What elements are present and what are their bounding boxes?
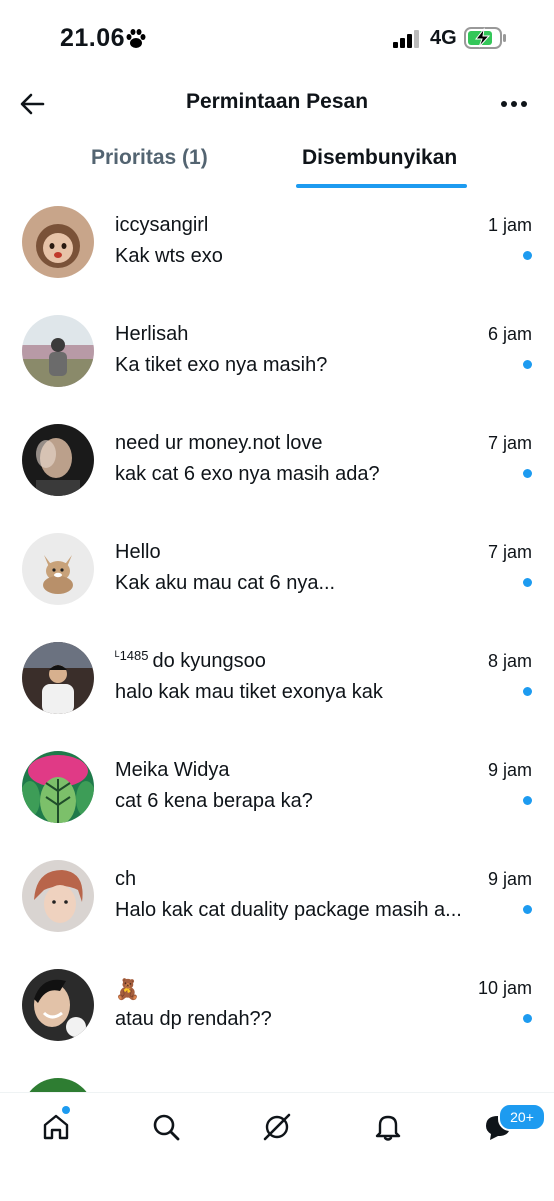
list-item[interactable]: Meika Widya 9 jam cat 6 kena berapa ka?	[0, 735, 554, 844]
avatar[interactable]	[22, 969, 94, 1041]
search-icon[interactable]	[150, 1111, 182, 1143]
sender-name: 🧸	[115, 979, 140, 1001]
list-item[interactable]: Herlisah 6 jam Ka tiket exo nya masih?	[0, 299, 554, 408]
status-bar: 21.06 4G	[0, 0, 554, 76]
sender-name-text: do kyungsoo	[152, 650, 266, 672]
unread-dot	[523, 905, 532, 914]
battery-charging-icon	[464, 27, 506, 49]
grok-icon[interactable]	[261, 1111, 293, 1143]
unread-dot	[523, 1014, 532, 1023]
sender-name: ᴸ1485 do kyungsoo	[115, 648, 266, 673]
message-preview: Kak wts exo	[115, 245, 223, 267]
sender-name: need ur money.not love	[115, 432, 323, 454]
unread-dot	[523, 469, 532, 478]
home-notification-dot	[62, 1106, 70, 1114]
message-time: 7 jam	[487, 433, 532, 453]
tab-bar: Prioritas (1) Disembunyikan	[0, 134, 554, 190]
unread-dot	[523, 360, 532, 369]
avatar[interactable]	[22, 206, 94, 278]
list-item[interactable]: iccysangirl 1 jam Kak wts exo	[0, 190, 554, 299]
sender-name-prefix: ᴸ1485	[115, 648, 149, 663]
tab-hidden[interactable]: Disembunyikan	[302, 146, 457, 170]
unread-dot	[523, 578, 532, 587]
more-options-icon[interactable]	[498, 90, 530, 118]
list-item[interactable]: 🧸 10 jam atau dp rendah??	[0, 953, 554, 1062]
notifications-icon[interactable]	[372, 1111, 404, 1143]
sender-name: ch	[115, 868, 137, 890]
sender-name: iccysangirl	[115, 214, 209, 236]
header: Permintaan Pesan	[0, 76, 554, 134]
sender-name: Meika Widya	[115, 759, 230, 781]
unread-dot	[523, 796, 532, 805]
messages-badge: 20+	[498, 1103, 546, 1131]
sender-name: Hello	[115, 541, 161, 563]
paw-icon	[126, 29, 146, 48]
tab-priority[interactable]: Prioritas (1)	[91, 146, 208, 170]
avatar[interactable]	[22, 533, 94, 605]
avatar[interactable]	[22, 751, 94, 823]
list-item[interactable]: Hello 7 jam Kak aku mau cat 6 nya...	[0, 517, 554, 626]
list-item[interactable]: ᴸ1485 do kyungsoo 8 jam halo kak mau tike…	[0, 626, 554, 735]
unread-dot	[523, 251, 532, 260]
avatar[interactable]	[22, 860, 94, 932]
message-time: 8 jam	[487, 651, 532, 671]
active-tab-indicator	[296, 184, 467, 188]
message-preview: cat 6 kena berapa ka?	[115, 790, 313, 812]
network-label: 4G	[430, 27, 457, 49]
avatar[interactable]	[22, 642, 94, 714]
message-time: 10 jam	[477, 978, 532, 998]
message-preview: kak cat 6 exo nya masih ada?	[115, 463, 380, 485]
list-item[interactable]: ch 9 jam Halo kak cat duality package ma…	[0, 844, 554, 953]
status-time: 21.06	[60, 24, 126, 52]
message-time: 7 jam	[487, 542, 532, 562]
message-request-list: iccysangirl 1 jam Kak wts exo Herlisah 6…	[0, 190, 554, 1171]
page-title: Permintaan Pesan	[185, 90, 369, 113]
message-time: 1 jam	[487, 215, 532, 235]
message-time: 9 jam	[487, 869, 532, 889]
avatar[interactable]	[22, 315, 94, 387]
signal-icon	[393, 30, 419, 48]
avatar[interactable]	[22, 424, 94, 496]
home-icon[interactable]	[40, 1111, 72, 1143]
unread-dot	[523, 687, 532, 696]
list-item[interactable]: need ur money.not love 7 jam kak cat 6 e…	[0, 408, 554, 517]
message-preview: Kak aku mau cat 6 nya...	[115, 572, 336, 594]
message-preview: halo kak mau tiket exonya kak	[115, 681, 383, 703]
message-preview: Ka tiket exo nya masih?	[115, 354, 328, 376]
bottom-navigation: 20+	[0, 1092, 554, 1201]
sender-name: Herlisah	[115, 323, 189, 345]
message-preview: atau dp rendah??	[115, 1008, 272, 1030]
message-time: 6 jam	[487, 324, 532, 344]
message-time: 9 jam	[487, 760, 532, 780]
message-preview: Halo kak cat duality package masih a...	[115, 899, 462, 921]
